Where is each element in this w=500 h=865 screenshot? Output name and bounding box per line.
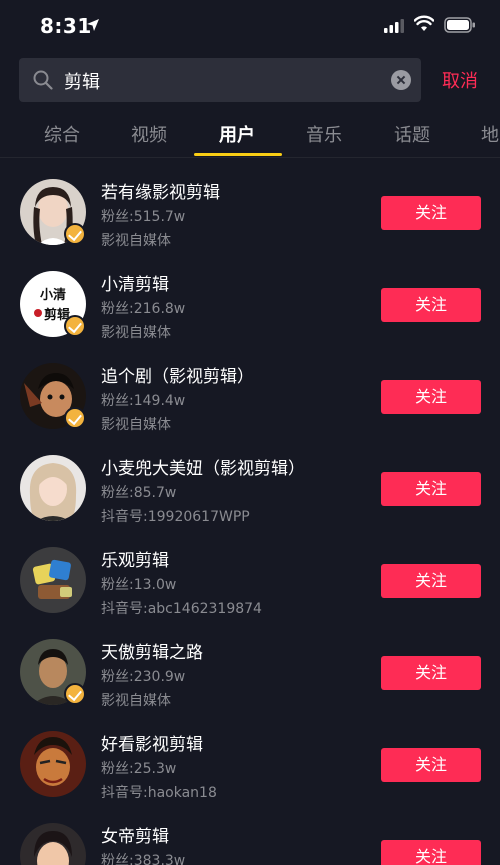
tab-videos[interactable]: 视频 [131,121,167,147]
follow-button[interactable]: 关注 [381,196,481,230]
search-tabs: 综合 视频 用户 音乐 话题 地 [0,112,500,158]
avatar[interactable] [20,547,86,613]
follow-button[interactable]: 关注 [381,472,481,506]
clear-icon[interactable] [391,70,411,90]
status-bar: 8:31 [0,0,500,52]
location-arrow-icon [87,19,99,31]
tab-music[interactable]: 音乐 [306,121,342,147]
tab-places[interactable]: 地 [481,121,499,147]
follow-button[interactable]: 关注 [381,840,481,865]
tab-users[interactable]: 用户 [219,121,255,147]
follow-button[interactable]: 关注 [381,564,481,598]
user-name[interactable]: 追个剧（影视剪辑） [101,362,254,387]
tab-comprehensive[interactable]: 综合 [44,121,80,147]
active-tab-indicator [194,153,282,156]
user-name[interactable]: 好看影视剪辑 [101,730,203,755]
user-fans: 粉丝:216.8w [101,301,186,317]
cancel-button[interactable]: 取消 [442,67,478,93]
tab-topics[interactable]: 话题 [394,121,430,147]
verified-badge-icon [64,407,86,429]
user-name[interactable]: 若有缘影视剪辑 [101,178,220,203]
user-subtitle: 影视自媒体 [101,417,171,433]
user-name[interactable]: 小麦兜大美妞（影视剪辑） [101,454,305,479]
user-name[interactable]: 小清剪辑 [101,270,169,295]
user-subtitle: 抖音号:19920617WPP [101,509,250,525]
list-item[interactable]: 女帝剪辑 粉丝:383.3w 关注 [0,808,500,865]
verified-badge-icon [64,223,86,245]
avatar[interactable] [20,823,86,865]
user-name[interactable]: 女帝剪辑 [101,822,169,847]
user-fans: 粉丝:13.0w [101,577,177,593]
list-item[interactable]: 小麦兜大美妞（影视剪辑） 粉丝:85.7w 抖音号:19920617WPP 关注 [0,440,500,532]
verified-badge-icon [64,315,86,337]
user-subtitle: 抖音号:abc1462319874 [101,601,262,617]
verified-badge-icon [64,683,86,705]
follow-button[interactable]: 关注 [381,656,481,690]
user-subtitle: 影视自媒体 [101,325,171,341]
wifi-icon [414,15,434,31]
search-icon [33,70,53,90]
user-fans: 粉丝:230.9w [101,669,186,685]
user-name[interactable]: 乐观剪辑 [101,546,169,571]
user-subtitle: 影视自媒体 [101,693,171,709]
avatar-logo-text: 小清 [40,287,66,303]
list-item[interactable]: 追个剧（影视剪辑） 粉丝:149.4w 影视自媒体 关注 [0,348,500,440]
search-input[interactable]: 剪辑 [19,58,421,102]
follow-button[interactable]: 关注 [381,748,481,782]
user-fans: 粉丝:85.7w [101,485,177,501]
user-fans: 粉丝:149.4w [101,393,186,409]
list-item[interactable]: 天傲剪辑之路 粉丝:230.9w 影视自媒体 关注 [0,624,500,716]
search-query: 剪辑 [64,72,100,93]
list-item[interactable]: 小清 剪辑 小清剪辑 粉丝:216.8w 影视自媒体 关注 [0,256,500,348]
status-time: 8:31 [40,14,92,38]
list-item[interactable]: 若有缘影视剪辑 粉丝:515.7w 影视自媒体 关注 [0,164,500,256]
user-results-list: 若有缘影视剪辑 粉丝:515.7w 影视自媒体 关注 小清 剪辑 小清剪辑 粉丝… [0,164,500,865]
cellular-signal-icon [384,19,404,33]
user-subtitle: 影视自媒体 [101,233,171,249]
user-subtitle: 抖音号:haokan18 [101,785,217,801]
user-fans: 粉丝:383.3w [101,853,186,865]
user-fans: 粉丝:515.7w [101,209,186,225]
avatar[interactable] [20,455,86,521]
user-name[interactable]: 天傲剪辑之路 [101,638,203,663]
battery-icon [444,17,475,33]
user-fans: 粉丝:25.3w [101,761,177,777]
avatar[interactable] [20,731,86,797]
list-item[interactable]: 好看影视剪辑 粉丝:25.3w 抖音号:haokan18 关注 [0,716,500,808]
follow-button[interactable]: 关注 [381,288,481,322]
follow-button[interactable]: 关注 [381,380,481,414]
list-item[interactable]: 乐观剪辑 粉丝:13.0w 抖音号:abc1462319874 关注 [0,532,500,624]
